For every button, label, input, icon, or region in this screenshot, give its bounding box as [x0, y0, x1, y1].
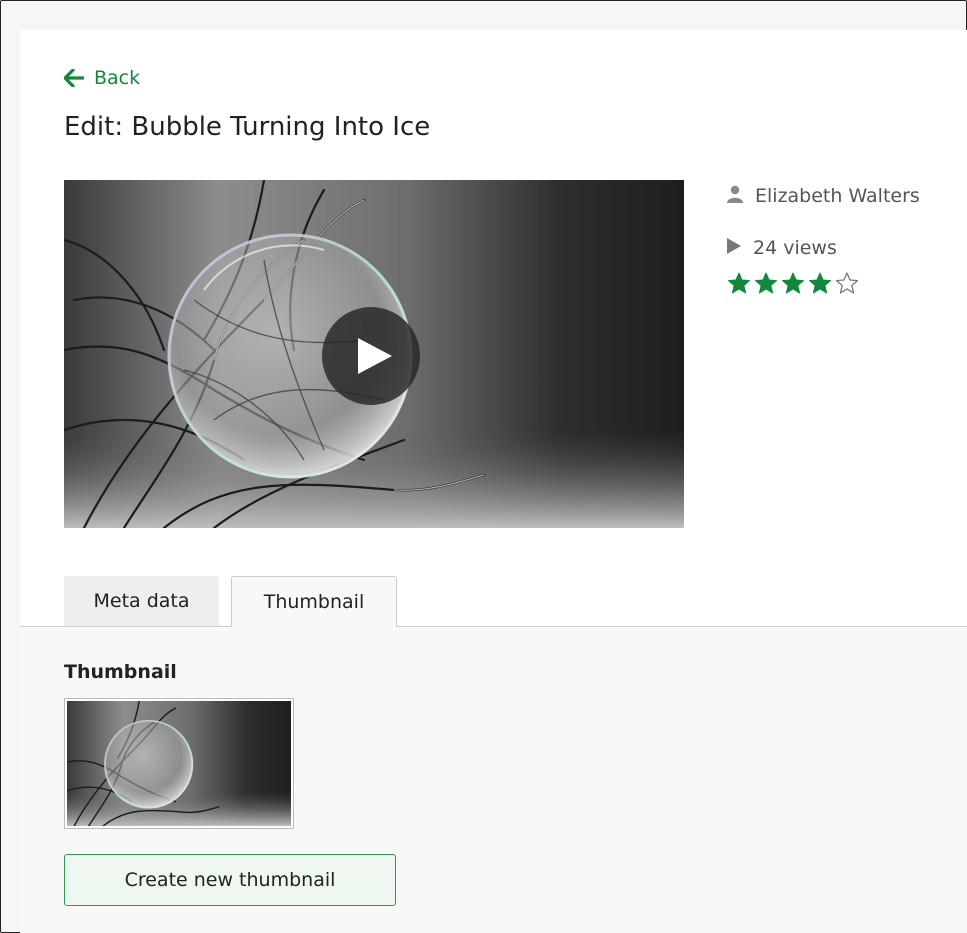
thumbnail-image — [67, 701, 291, 826]
create-new-thumbnail-button[interactable]: Create new thumbnail — [64, 854, 396, 906]
tab-bar: Meta data Thumbnail — [20, 576, 967, 627]
play-button[interactable] — [322, 307, 420, 405]
thumbnail-preview — [64, 698, 294, 829]
star-filled-icon[interactable] — [727, 272, 751, 294]
author-name[interactable]: Elizabeth Walters — [755, 185, 920, 207]
back-label: Back — [94, 67, 141, 89]
star-filled-icon[interactable] — [781, 272, 805, 294]
thumbnail-heading: Thumbnail — [64, 661, 177, 683]
star-filled-icon[interactable] — [754, 272, 778, 294]
thumbnail-tab-panel: Thumbnail Create new thumbnail — [20, 626, 967, 933]
back-link[interactable]: Back — [64, 67, 140, 89]
tab-meta-data[interactable]: Meta data — [64, 576, 219, 626]
star-filled-icon[interactable] — [808, 272, 832, 294]
play-icon — [350, 338, 392, 374]
star-rating[interactable] — [727, 272, 967, 294]
views-count: 24 views — [753, 237, 837, 259]
tab-thumbnail[interactable]: Thumbnail — [231, 576, 397, 627]
author-row: Elizabeth Walters — [727, 180, 967, 212]
page-title: Edit: Bubble Turning Into Ice — [64, 112, 431, 142]
star-empty-icon[interactable] — [835, 272, 859, 294]
video-player[interactable] — [64, 180, 684, 528]
edit-video-card: Back Edit: Bubble Turning Into Ice Eliza… — [20, 30, 967, 933]
arrow-left-icon — [64, 69, 84, 87]
user-icon — [727, 185, 743, 208]
views-row: 24 views — [727, 232, 967, 264]
video-meta: Elizabeth Walters 24 views — [727, 180, 967, 294]
play-small-icon — [727, 237, 741, 259]
